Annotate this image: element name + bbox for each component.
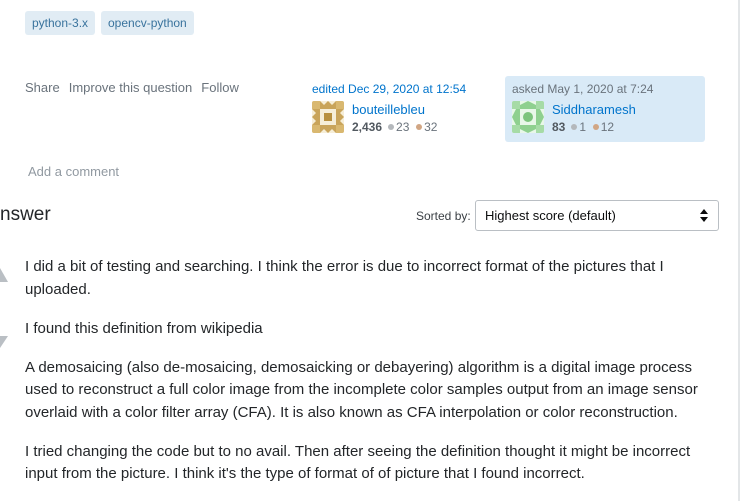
editor-avatar[interactable] (312, 101, 344, 133)
sorted-by-label: Sorted by: (416, 209, 471, 223)
tag-python-3x[interactable]: python-3.x (25, 11, 96, 35)
silver-badge-icon (571, 124, 578, 131)
asker-name-link[interactable]: Siddharamesh (552, 102, 636, 117)
bronze-badge-icon (416, 124, 423, 131)
editor-bronze-count: 32 (424, 120, 438, 134)
add-comment-link[interactable]: Add a comment (28, 164, 119, 179)
upvote-edge-icon[interactable] (0, 268, 8, 282)
asker-card: asked May 1, 2020 at 7:24 Siddharamesh 8… (505, 76, 705, 142)
answer-paragraph: I did a bit of testing and searching. I … (25, 258, 664, 298)
answer-paragraph: A demosaicing (also de-mosaicing, demosa… (25, 358, 698, 421)
answers-heading: nswer (0, 204, 51, 225)
editor-card: edited Dec 29, 2020 at 12:54 bouteillebl… (305, 76, 505, 142)
answer-body: I did a bit of testing and searching. I … (25, 256, 715, 502)
downvote-edge-icon[interactable] (0, 336, 8, 348)
share-link[interactable]: Share (25, 80, 60, 95)
answer-paragraph: I found this definition from wikipedia (25, 319, 263, 337)
asker-stats: 83 1 12 (552, 120, 614, 134)
tag-opencv-python[interactable]: opencv-python (101, 11, 194, 35)
asker-reputation: 83 (552, 120, 566, 134)
follow-button[interactable]: Follow (201, 80, 239, 95)
bronze-badge-icon (592, 124, 599, 131)
editor-stats: 2,436 23 32 (352, 120, 437, 134)
asker-avatar[interactable] (512, 101, 544, 133)
post-menu: Share Improve this question Follow (25, 80, 248, 95)
editor-name-link[interactable]: bouteillebleu (352, 102, 425, 117)
silver-badge-icon (388, 124, 395, 131)
asker-bronze-count: 12 (600, 120, 615, 134)
asked-time: asked May 1, 2020 at 7:24 (512, 82, 654, 96)
improve-question-link[interactable]: Improve this question (69, 80, 193, 95)
answer-sort-select[interactable]: Highest score (default) (475, 200, 719, 231)
sort-selected-value: Highest score (default) (485, 208, 616, 223)
editor-silver-count: 23 (396, 120, 410, 134)
asker-silver-count: 1 (579, 120, 587, 134)
edited-time-link[interactable]: edited Dec 29, 2020 at 12:54 (312, 82, 466, 96)
select-arrows-icon (700, 209, 708, 222)
answer-paragraph: I tried changing the code but to no avai… (25, 442, 691, 483)
editor-reputation: 2,436 (352, 120, 383, 134)
